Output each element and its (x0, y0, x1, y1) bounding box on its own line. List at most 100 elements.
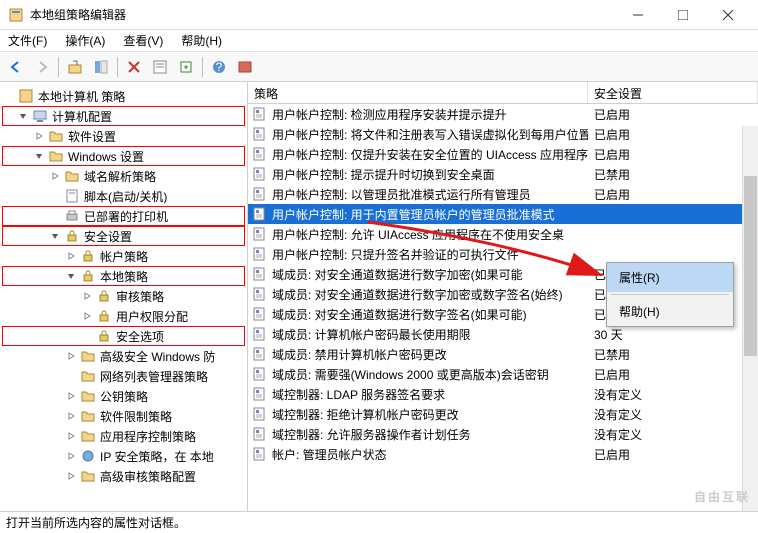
list-row[interactable]: 域控制器: 拒绝计算机帐户密码更改没有定义 (248, 404, 758, 424)
lock-icon (64, 228, 80, 244)
folder-icon (48, 148, 64, 164)
policy-icon (252, 306, 268, 322)
toolbar-separator (117, 57, 118, 77)
menu-help[interactable]: 帮助(H) (179, 30, 224, 51)
list-row[interactable]: 用户帐户控制: 以管理员批准模式运行所有管理员已启用 (248, 184, 758, 204)
tree-item[interactable]: 用户权限分配 (2, 306, 245, 326)
tree-item[interactable]: 本地计算机 策略 (2, 86, 245, 106)
tree-item[interactable]: 计算机配置 (2, 106, 245, 126)
tree-item[interactable]: 脚本(启动/关机) (2, 186, 245, 206)
twisty-icon[interactable] (34, 151, 48, 161)
twisty-icon[interactable] (66, 351, 80, 361)
window-title: 本地组策略编辑器 (30, 6, 615, 23)
tree-item[interactable]: 高级审核策略配置 (2, 466, 245, 486)
tree-item[interactable]: 网络列表管理器策略 (2, 366, 245, 386)
row-policy-name: 域成员: 对安全通道数据进行数字签名(如果可能) (272, 306, 588, 323)
printer-icon (64, 208, 80, 224)
list-row[interactable]: 域成员: 禁用计算机帐户密码更改已禁用 (248, 344, 758, 364)
lock-icon (96, 328, 112, 344)
column-setting[interactable]: 安全设置 (588, 82, 758, 103)
back-button[interactable] (4, 55, 28, 79)
tree-item[interactable]: 已部署的打印机 (2, 206, 245, 226)
twisty-icon[interactable] (50, 231, 64, 241)
twisty-icon[interactable] (82, 291, 96, 301)
properties-button[interactable] (148, 55, 172, 79)
list-row[interactable]: 域成员: 需要强(Windows 2000 或更高版本)会话密钥已启用 (248, 364, 758, 384)
row-setting-value: 已启用 (588, 186, 758, 203)
toolbar: ? (0, 52, 758, 82)
filter-button[interactable] (233, 55, 257, 79)
row-policy-name: 域控制器: LDAP 服务器签名要求 (272, 386, 588, 403)
policy-icon (252, 126, 268, 142)
scrollbar-thumb[interactable] (744, 176, 757, 356)
row-policy-name: 用户帐户控制: 只提升签名并验证的可执行文件 (272, 246, 588, 263)
twisty-icon[interactable] (34, 131, 48, 141)
list-row[interactable]: 用户帐户控制: 仅提升安装在安全位置的 UIAccess 应用程序已启用 (248, 144, 758, 164)
delete-button[interactable] (122, 55, 146, 79)
twisty-icon[interactable] (66, 451, 80, 461)
list-row[interactable]: 用户帐户控制: 用于内置管理员帐户的管理员批准模式 (248, 204, 758, 224)
twisty-icon[interactable] (66, 471, 80, 481)
tree-item[interactable]: 安全选项 (2, 326, 245, 346)
tree-panel[interactable]: 本地计算机 策略计算机配置软件设置Windows 设置域名解析策略脚本(启动/关… (0, 82, 248, 511)
toolbar-separator (58, 57, 59, 77)
column-policy[interactable]: 策略 (248, 82, 588, 103)
policy-icon (252, 186, 268, 202)
tree-item[interactable]: 审核策略 (2, 286, 245, 306)
folder-icon (48, 128, 64, 144)
list-row[interactable]: 用户帐户控制: 提示提升时切换到安全桌面已禁用 (248, 164, 758, 184)
list-row[interactable]: 用户帐户控制: 将文件和注册表写入错误虚拟化到每用户位置已启用 (248, 124, 758, 144)
twisty-icon[interactable] (66, 251, 80, 261)
tree-item[interactable]: 域名解析策略 (2, 166, 245, 186)
minimize-button[interactable] (615, 1, 660, 29)
forward-button[interactable] (30, 55, 54, 79)
tree-item[interactable]: 公钥策略 (2, 386, 245, 406)
tree-item[interactable]: 应用程序控制策略 (2, 426, 245, 446)
policy-icon (252, 206, 268, 222)
list-row[interactable]: 域控制器: 允许服务器操作者计划任务没有定义 (248, 424, 758, 444)
twisty-icon[interactable] (66, 411, 80, 421)
twisty-icon[interactable] (50, 171, 64, 181)
twisty-icon[interactable] (66, 391, 80, 401)
tree-item[interactable]: 帐户策略 (2, 246, 245, 266)
list-row[interactable]: 域控制器: LDAP 服务器签名要求没有定义 (248, 384, 758, 404)
twisty-icon[interactable] (66, 271, 80, 281)
menu-file[interactable]: 文件(F) (6, 30, 49, 51)
export-button[interactable] (174, 55, 198, 79)
help-button[interactable]: ? (207, 55, 231, 79)
tree-item[interactable]: 安全设置 (2, 226, 245, 246)
row-policy-name: 域成员: 需要强(Windows 2000 或更高版本)会话密钥 (272, 366, 588, 383)
context-properties[interactable]: 属性(R) (607, 263, 733, 292)
context-help[interactable]: 帮助(H) (607, 297, 733, 326)
tree-item-label: 本地策略 (100, 268, 148, 285)
row-setting-value: 没有定义 (588, 426, 758, 443)
tree-item[interactable]: IP 安全策略，在 本地 (2, 446, 245, 466)
up-button[interactable] (63, 55, 87, 79)
twisty-icon[interactable] (18, 111, 32, 121)
menu-action[interactable]: 操作(A) (63, 30, 107, 51)
menubar: 文件(F) 操作(A) 查看(V) 帮助(H) (0, 30, 758, 52)
twisty-icon[interactable] (66, 431, 80, 441)
maximize-button[interactable] (660, 1, 705, 29)
list-row[interactable]: 帐户: 管理员帐户状态已启用 (248, 444, 758, 464)
policy-icon (252, 286, 268, 302)
row-policy-name: 域控制器: 拒绝计算机帐户密码更改 (272, 406, 588, 423)
show-hide-tree-button[interactable] (89, 55, 113, 79)
row-setting-value: 已启用 (588, 366, 758, 383)
tree-item[interactable]: 本地策略 (2, 266, 245, 286)
twisty-icon[interactable] (82, 311, 96, 321)
list-row[interactable]: 用户帐户控制: 检测应用程序安装并提示提升已启用 (248, 104, 758, 124)
close-button[interactable] (705, 1, 750, 29)
list-row[interactable]: 用户帐户控制: 允许 UIAccess 应用程序在不使用安全桌 (248, 224, 758, 244)
list-row[interactable]: 域成员: 计算机帐户密码最长使用期限30 天 (248, 324, 758, 344)
list-header: 策略 安全设置 (248, 82, 758, 104)
scrollbar[interactable] (742, 126, 758, 511)
tree-item[interactable]: 软件设置 (2, 126, 245, 146)
list-row[interactable]: 用户帐户控制: 只提升签名并验证的可执行文件 (248, 244, 758, 264)
tree-item[interactable]: Windows 设置 (2, 146, 245, 166)
row-policy-name: 域成员: 禁用计算机帐户密码更改 (272, 346, 588, 363)
tree-item[interactable]: 高级安全 Windows 防 (2, 346, 245, 366)
row-policy-name: 用户帐户控制: 仅提升安装在安全位置的 UIAccess 应用程序 (272, 146, 588, 163)
tree-item[interactable]: 软件限制策略 (2, 406, 245, 426)
menu-view[interactable]: 查看(V) (121, 30, 165, 51)
